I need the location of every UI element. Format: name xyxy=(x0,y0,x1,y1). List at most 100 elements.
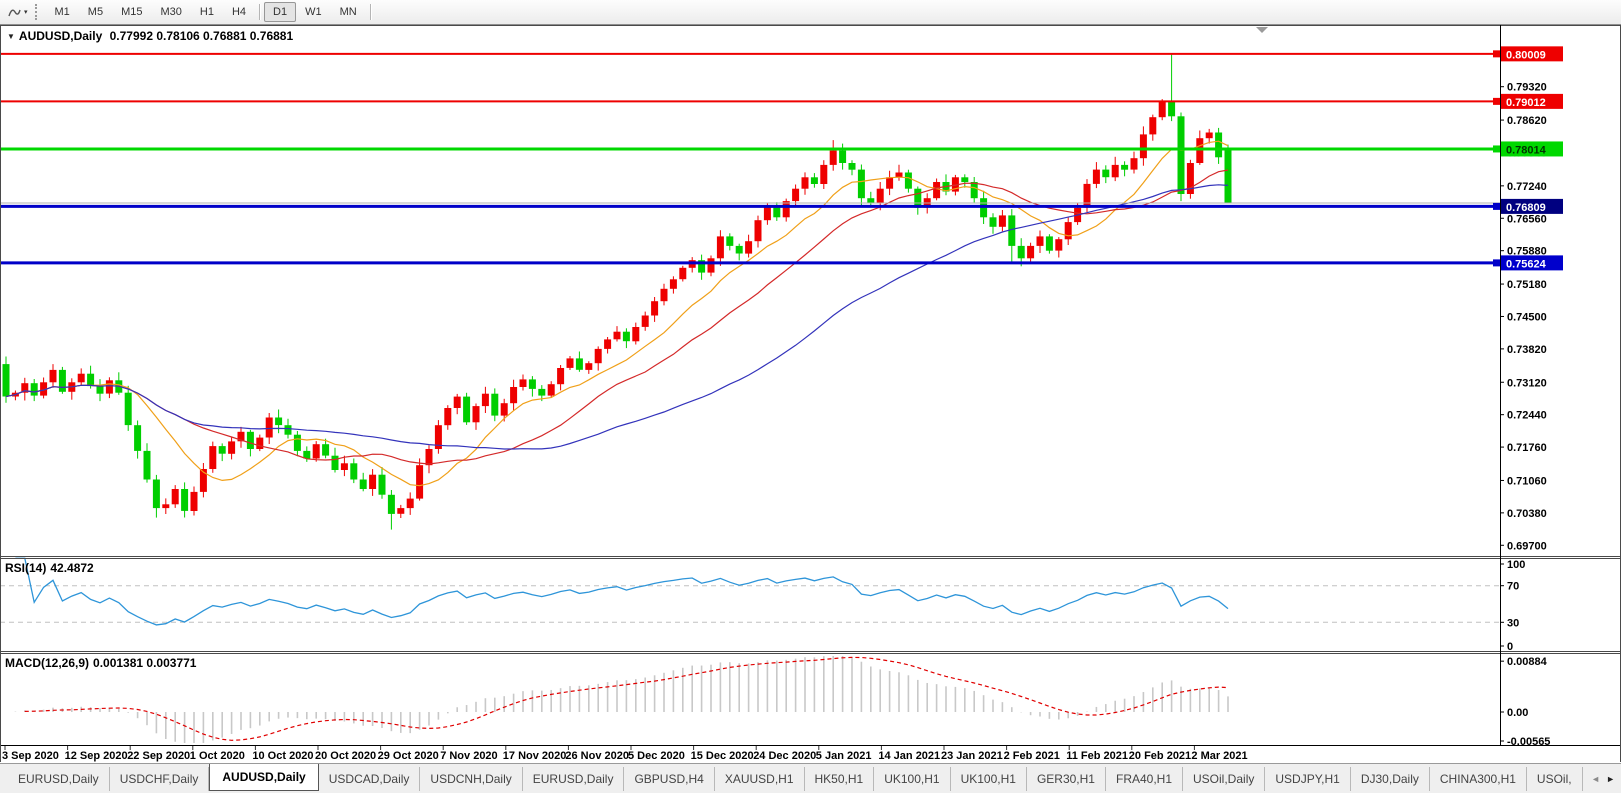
candle-body xyxy=(1140,134,1147,158)
candle-body xyxy=(134,425,141,451)
candle-body xyxy=(360,480,367,490)
rsi-value: 42.4872 xyxy=(50,561,93,575)
chart-tab-eurusd-daily[interactable]: EURUSD,Daily xyxy=(523,767,625,791)
date-label: 23 Jan 2021 xyxy=(941,750,1003,762)
macd-axis-label: 0.00 xyxy=(1507,707,1528,719)
date-label: 24 Dec 2020 xyxy=(753,750,816,762)
candle-body xyxy=(726,236,733,246)
candle-body xyxy=(332,456,339,470)
tab-scroll-right-icon[interactable]: ► xyxy=(1606,774,1615,784)
macd-indicator-label: MACD(12,26,9)0.001381 0.003771 xyxy=(5,656,200,670)
date-label: 2 Feb 2021 xyxy=(1004,750,1060,762)
chart-tab-usdchf-daily[interactable]: USDCHF,Daily xyxy=(110,767,210,791)
price-tick-label: 0.69700 xyxy=(1507,540,1547,552)
candle-body xyxy=(670,279,677,289)
candle-body xyxy=(313,444,320,458)
candle-body xyxy=(416,465,423,498)
candle-body xyxy=(219,446,226,454)
chart-tab-xauusd-h1[interactable]: XAUUSD,H1 xyxy=(715,767,805,791)
candle-body xyxy=(839,151,846,163)
candle-body xyxy=(933,182,940,198)
rsi-axis-label: 100 xyxy=(1507,559,1525,571)
chart-tab-china300-h1[interactable]: CHINA300,H1 xyxy=(1430,767,1527,791)
candle-body xyxy=(1037,236,1044,246)
candle-body xyxy=(802,177,809,188)
candle-body xyxy=(651,301,658,315)
candle-body xyxy=(1112,165,1119,177)
candle-body xyxy=(1093,170,1100,184)
trading-platform-window: ▾ M1M5M15M30H1H4D1W1MN 0.793200.786200.7… xyxy=(0,0,1621,793)
candle-body xyxy=(679,268,686,279)
hline-axis-notch xyxy=(1493,50,1500,57)
chart-canvas[interactable]: 0.793200.786200.779400.772400.765600.758… xyxy=(0,0,1621,763)
chart-tab-usdcnh-daily[interactable]: USDCNH,Daily xyxy=(420,767,522,791)
date-label: 5 Jan 2021 xyxy=(816,750,872,762)
candle-body xyxy=(501,403,508,415)
candle-body xyxy=(1178,116,1185,194)
candle-body xyxy=(172,489,179,504)
candle-body xyxy=(247,432,254,449)
candle-body xyxy=(1159,101,1166,117)
rsi-axis-label: 70 xyxy=(1507,581,1519,593)
price-tick-label: 0.78620 xyxy=(1507,115,1547,127)
chart-tab-dj30-daily[interactable]: DJ30,Daily xyxy=(1351,767,1430,791)
chart-tab-uk100-h1[interactable]: UK100,H1 xyxy=(951,767,1027,791)
candle-body xyxy=(322,444,329,455)
candle-body xyxy=(426,449,433,465)
chart-tab-usdjpy-h1[interactable]: USDJPY,H1 xyxy=(1265,767,1350,791)
candle-body xyxy=(548,384,555,395)
chart-tab-uk100-h1[interactable]: UK100,H1 xyxy=(874,767,950,791)
candle-body xyxy=(59,370,66,392)
candle-body xyxy=(877,189,884,203)
date-label: 3 Sep 2020 xyxy=(2,750,59,762)
hline-axis-notch xyxy=(1493,203,1500,210)
chart-tab-usoil-[interactable]: USOil, xyxy=(1527,767,1583,791)
candle-body xyxy=(708,258,715,272)
candle-body xyxy=(266,418,273,438)
candle-body xyxy=(1065,222,1072,239)
candle-body xyxy=(407,499,414,509)
chart-shift-marker-icon[interactable] xyxy=(1256,27,1268,33)
candle-body xyxy=(1206,133,1213,139)
chart-tab-ger30-h1[interactable]: GER30,H1 xyxy=(1027,767,1106,791)
candle-body xyxy=(3,364,10,396)
candle-body xyxy=(783,201,790,217)
tab-scroll-left-icon[interactable]: ◄ xyxy=(1591,774,1600,784)
candle-body xyxy=(830,151,837,165)
candle-body xyxy=(78,374,85,383)
date-label: 15 Dec 2020 xyxy=(691,750,754,762)
candle-body xyxy=(520,379,527,387)
date-label: 2 Mar 2021 xyxy=(1191,750,1247,762)
chart-tab-gbpusd-h4[interactable]: GBPUSD,H4 xyxy=(624,767,714,791)
candle-body xyxy=(153,480,160,509)
candle-body xyxy=(379,475,386,495)
price-tick-label: 0.73120 xyxy=(1507,377,1547,389)
candle-body xyxy=(1225,150,1232,203)
price-tick-label: 0.77240 xyxy=(1507,181,1547,193)
chart-tab-fra40-h1[interactable]: FRA40,H1 xyxy=(1106,767,1183,791)
candle-body xyxy=(1131,158,1138,169)
candle-body xyxy=(454,397,461,408)
candle-body xyxy=(285,425,292,435)
chart-tab-eurusd-daily[interactable]: EURUSD,Daily xyxy=(8,767,110,791)
price-tick-label: 0.70380 xyxy=(1507,508,1547,520)
price-tick-label: 0.75180 xyxy=(1507,279,1547,291)
chart-tab-hk50-h1[interactable]: HK50,H1 xyxy=(805,767,875,791)
rsi-axis-label: 0 xyxy=(1507,641,1513,653)
candle-body xyxy=(811,177,818,184)
chart-tab-usoil-daily[interactable]: USOil,Daily xyxy=(1183,767,1265,791)
candle-body xyxy=(905,173,912,189)
date-label: 22 Sep 2020 xyxy=(127,750,190,762)
candle-body xyxy=(867,198,874,203)
price-tick-label: 0.79320 xyxy=(1507,82,1547,94)
candle-body xyxy=(1149,117,1156,134)
candle-body xyxy=(1168,101,1175,116)
candle-body xyxy=(181,489,188,511)
candle-body xyxy=(1027,246,1034,258)
chart-tab-audusd-daily[interactable]: AUDUSD,Daily xyxy=(209,763,318,791)
candle-body xyxy=(473,406,480,422)
chart-tab-usdcad-daily[interactable]: USDCAD,Daily xyxy=(319,767,421,791)
date-label: 10 Oct 2020 xyxy=(252,750,313,762)
moving-average-line-20 xyxy=(6,170,1228,464)
symbol-dropdown-caret-icon[interactable]: ▼ xyxy=(7,32,15,41)
